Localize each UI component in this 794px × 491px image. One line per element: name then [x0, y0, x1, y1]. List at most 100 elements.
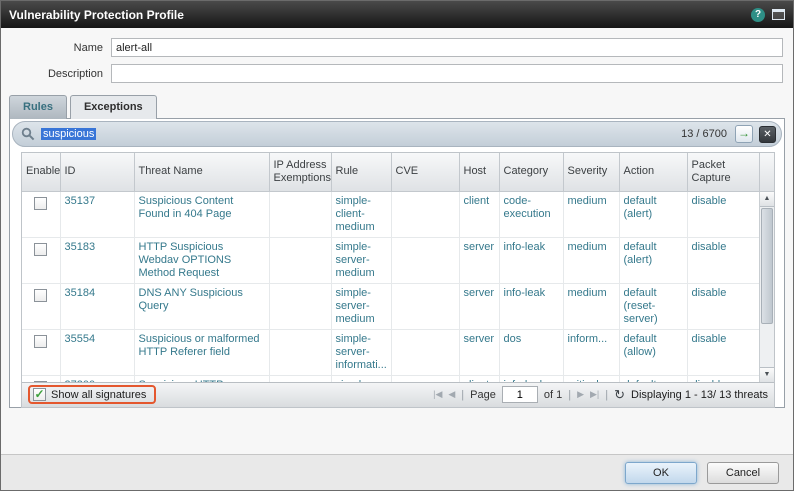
severity-cell[interactable]: critical — [563, 375, 619, 382]
action-cell[interactable]: default (allow) — [619, 329, 687, 375]
table-scrollbar[interactable]: ▲ ▼ — [759, 192, 774, 382]
host-cell[interactable]: server — [459, 329, 499, 375]
rule-cell[interactable]: simple-client... — [331, 375, 391, 382]
search-go-button[interactable]: → — [735, 125, 753, 143]
show-all-signatures-toggle[interactable]: ✓ Show all signatures — [28, 385, 156, 404]
col-header-severity[interactable]: Severity — [563, 153, 619, 191]
col-header-rule[interactable]: Rule — [331, 153, 391, 191]
col-header-threat-name[interactable]: Threat Name — [134, 153, 269, 191]
action-cell[interactable]: default (alert) — [619, 375, 687, 382]
displaying-status: Displaying 1 - 13/ 13 threats — [631, 389, 768, 401]
enable-cell — [22, 237, 60, 283]
col-header-id[interactable]: ID — [60, 153, 134, 191]
severity-cell[interactable]: medium — [563, 283, 619, 329]
page-label: Page — [470, 389, 496, 401]
category-cell[interactable]: dos — [499, 329, 563, 375]
next-page-icon[interactable]: ▶ — [577, 389, 584, 400]
enable-checkbox[interactable] — [34, 289, 47, 302]
profile-form: Name Description — [1, 28, 793, 92]
category-cell[interactable]: info-leak — [499, 375, 563, 382]
pager-separator: | — [605, 389, 608, 401]
id-cell[interactable]: 35184 — [60, 283, 134, 329]
enable-checkbox[interactable] — [34, 197, 47, 210]
packet-capture-cell[interactable]: disable — [687, 375, 759, 382]
scrollbar-thumb[interactable] — [761, 208, 773, 324]
host-cell[interactable]: client — [459, 192, 499, 238]
table-row: 35183HTTP Suspicious Webdav OPTIONS Meth… — [22, 237, 759, 283]
name-label: Name — [11, 42, 111, 54]
scroll-down-icon[interactable]: ▼ — [760, 367, 774, 382]
id-cell[interactable]: 37200 — [60, 375, 134, 382]
id-cell[interactable]: 35554 — [60, 329, 134, 375]
col-header-spacer — [759, 153, 774, 191]
prev-page-icon[interactable]: ◀ — [448, 389, 455, 400]
description-field[interactable] — [111, 64, 783, 83]
packet-capture-cell[interactable]: disable — [687, 283, 759, 329]
cve-cell — [391, 192, 459, 238]
packet-capture-cell[interactable]: disable — [687, 192, 759, 238]
packet-capture-cell[interactable]: disable — [687, 329, 759, 375]
name-row: Name — [11, 38, 783, 57]
severity-cell[interactable]: inform... — [563, 329, 619, 375]
refresh-icon[interactable]: ↻ — [614, 387, 625, 403]
enable-checkbox[interactable] — [34, 381, 47, 382]
rule-cell[interactable]: simple-client-medium — [331, 192, 391, 238]
search-input[interactable]: suspicious — [41, 128, 675, 140]
help-icon[interactable]: ? — [751, 8, 765, 22]
tab-exceptions[interactable]: Exceptions — [70, 95, 157, 119]
severity-cell[interactable]: medium — [563, 237, 619, 283]
col-header-packet-capture[interactable]: Packet Capture — [687, 153, 759, 191]
last-page-icon[interactable]: ▶| — [590, 389, 599, 400]
col-header-ip-address-exemptions[interactable]: IP Address Exemptions — [269, 153, 331, 191]
enable-checkbox[interactable] — [34, 243, 47, 256]
threat-name-cell[interactable]: Suspicious Content Found in 404 Page — [134, 192, 269, 238]
id-cell[interactable]: 35183 — [60, 237, 134, 283]
rule-cell[interactable]: simple-server-medium — [331, 283, 391, 329]
threat-name-cell[interactable]: DNS ANY Suspicious Query — [134, 283, 269, 329]
id-cell[interactable]: 35137 — [60, 192, 134, 238]
rule-cell[interactable]: simple-server-informati... — [331, 329, 391, 375]
host-cell[interactable]: server — [459, 237, 499, 283]
ip-address-exemptions-cell — [269, 192, 331, 238]
action-cell[interactable]: default (alert) — [619, 237, 687, 283]
packet-capture-cell[interactable]: disable — [687, 237, 759, 283]
show-all-signatures-checkbox[interactable]: ✓ — [33, 388, 46, 401]
threat-name-cell[interactable]: Suspicious or malformed HTTP Referer fie… — [134, 329, 269, 375]
col-header-action[interactable]: Action — [619, 153, 687, 191]
host-cell[interactable]: client — [459, 375, 499, 382]
rule-cell[interactable]: simple-server-medium — [331, 237, 391, 283]
col-header-category[interactable]: Category — [499, 153, 563, 191]
page-input[interactable] — [502, 386, 538, 403]
ip-address-exemptions-cell — [269, 283, 331, 329]
search-result-counter: 13 / 6700 — [681, 128, 727, 140]
first-page-icon[interactable]: |◀ — [433, 389, 442, 400]
ok-button[interactable]: OK — [625, 462, 697, 484]
threat-name-cell[interactable]: Suspicious HTTP Evasion — [134, 375, 269, 382]
ip-address-exemptions-cell — [269, 329, 331, 375]
page-of-label: of 1 — [544, 389, 562, 401]
category-cell[interactable]: code-execution — [499, 192, 563, 238]
search-clear-button[interactable]: ✕ — [759, 126, 776, 143]
host-cell[interactable]: server — [459, 283, 499, 329]
dialog-spacer — [1, 408, 793, 454]
category-cell[interactable]: info-leak — [499, 283, 563, 329]
category-cell[interactable]: info-leak — [499, 237, 563, 283]
action-cell[interactable]: default (alert) — [619, 192, 687, 238]
scroll-up-icon[interactable]: ▲ — [760, 192, 774, 207]
dialog-title: Vulnerability Protection Profile — [9, 8, 751, 22]
name-field[interactable] — [111, 38, 783, 57]
cve-cell — [391, 237, 459, 283]
tab-rules[interactable]: Rules — [9, 95, 67, 119]
enable-cell — [22, 283, 60, 329]
enable-checkbox[interactable] — [34, 335, 47, 348]
title-bar: Vulnerability Protection Profile ? — [1, 1, 793, 28]
col-header-cve[interactable]: CVE — [391, 153, 459, 191]
cancel-button[interactable]: Cancel — [707, 462, 779, 484]
action-cell[interactable]: default (reset-server) — [619, 283, 687, 329]
window-icon[interactable] — [772, 9, 785, 20]
col-header-enable[interactable]: Enable — [22, 153, 60, 191]
table-footer: ✓ Show all signatures |◀ ◀ | Page of 1 |… — [22, 382, 774, 407]
severity-cell[interactable]: medium — [563, 192, 619, 238]
col-header-host[interactable]: Host — [459, 153, 499, 191]
threat-name-cell[interactable]: HTTP Suspicious Webdav OPTIONS Method Re… — [134, 237, 269, 283]
